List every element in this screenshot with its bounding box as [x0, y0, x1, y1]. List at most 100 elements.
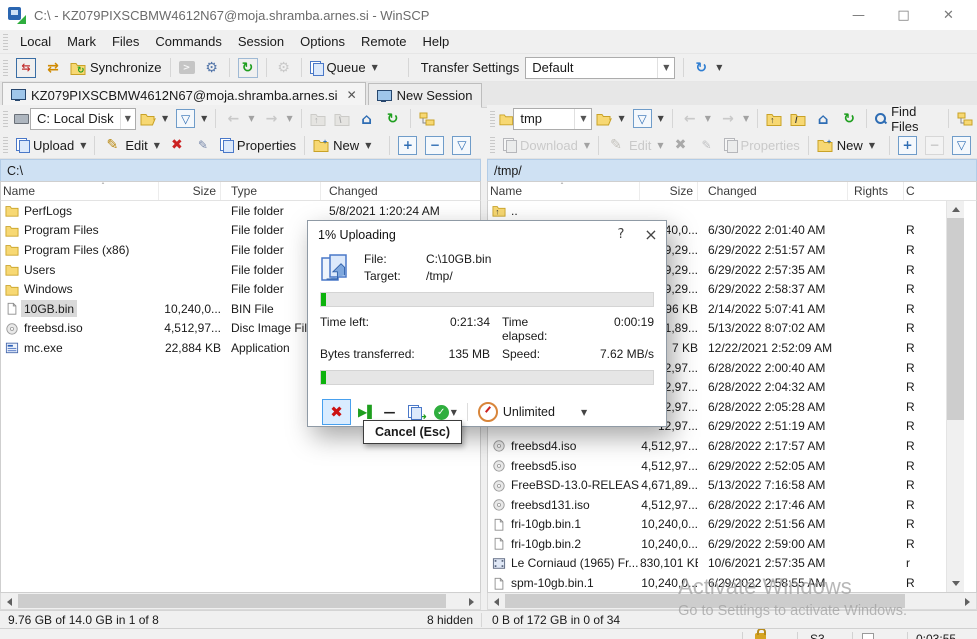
file-row[interactable]: ↑..: [488, 201, 976, 221]
right-unselect-button[interactable]: −: [921, 133, 948, 157]
transfer-settings-select[interactable]: Default ▼: [525, 57, 675, 79]
right-path-bar[interactable]: /tmp/: [487, 159, 977, 181]
left-properties-button[interactable]: Properties: [216, 133, 300, 157]
left-tree-button[interactable]: [415, 107, 439, 131]
menu-item-help[interactable]: Help: [414, 34, 457, 49]
right-home-button[interactable]: ⌂: [810, 107, 836, 131]
right-refresh-button[interactable]: ↻: [836, 107, 862, 131]
right-edit-button[interactable]: ✎ Edit ▼: [603, 133, 668, 157]
upload-button[interactable]: Upload ▼: [12, 133, 90, 157]
menu-item-options[interactable]: Options: [292, 34, 353, 49]
find-files-button[interactable]: Find Files: [871, 107, 944, 131]
left-filter-button[interactable]: ▽▼: [172, 107, 211, 131]
toolbar-grip[interactable]: [3, 34, 8, 50]
left-rename-button[interactable]: ✎: [190, 133, 216, 157]
toolbar-grip[interactable]: [3, 111, 8, 127]
file-row[interactable]: freebsd131.iso4,512,97...6/28/2022 2:17:…: [488, 495, 976, 515]
file-row[interactable]: PerfLogsFile folder5/8/2021 1:20:24 AM: [1, 201, 480, 221]
session-tab-active[interactable]: KZ079PIXSCBMW4612N67@moja.shramba.arnes.…: [2, 82, 366, 107]
close-button[interactable]: ✕: [926, 1, 971, 29]
toggle-panels-button[interactable]: ⇆: [12, 56, 40, 80]
console-button[interactable]: >: [175, 56, 199, 80]
tooltip-text: Cancel (Esc): [375, 425, 450, 439]
left-horizontal-scrollbar[interactable]: [0, 593, 481, 610]
right-select-button[interactable]: +: [894, 133, 921, 157]
column-header-changed[interactable]: Changed: [698, 182, 848, 200]
file-row[interactable]: spm-10gb.bin.110,240,0...6/29/2022 2:58:…: [488, 573, 976, 593]
left-home-button[interactable]: ⌂: [354, 107, 380, 131]
file-row[interactable]: freebsd5.iso4,512,97...6/29/2022 2:52:05…: [488, 456, 976, 476]
menu-item-files[interactable]: Files: [104, 34, 147, 49]
time-elapsed-label: Time elapsed:: [490, 315, 576, 343]
transfer-preset-button[interactable]: ↻▼: [688, 56, 726, 80]
column-header-size[interactable]: Size: [159, 182, 221, 200]
left-delete-button[interactable]: ✖: [164, 133, 190, 157]
left-open-directory-button[interactable]: ▼: [136, 107, 172, 131]
right-forward-button[interactable]: →▼: [715, 107, 753, 131]
minimize-button[interactable]: —: [836, 1, 881, 29]
new-session-tab[interactable]: New Session: [368, 83, 482, 107]
synchronize-button[interactable]: ↻ Synchronize: [66, 56, 166, 80]
refresh-panels-button[interactable]: ↻: [234, 56, 262, 80]
dialog-close-button[interactable]: ×: [636, 221, 666, 248]
right-invert-selection-button[interactable]: ▽: [948, 133, 975, 157]
file-row[interactable]: fri-10gb.bin.210,240,0...6/29/2022 2:59:…: [488, 534, 976, 554]
column-header-rights[interactable]: Rights: [848, 182, 904, 200]
settings-button[interactable]: ⚙: [271, 56, 297, 80]
queue-button[interactable]: Queue ▼: [306, 56, 382, 80]
right-directory-select[interactable]: tmp ▼: [513, 108, 592, 130]
file-row[interactable]: freebsd4.iso4,512,97...6/28/2022 2:17:57…: [488, 436, 976, 456]
left-edit-button[interactable]: ✎ Edit ▼: [99, 133, 164, 157]
toolbar-grip[interactable]: [3, 137, 8, 153]
disc-icon: [490, 459, 508, 472]
synchronize-browsing-button[interactable]: ⇄: [40, 56, 66, 80]
speed-limit-button[interactable]: Unlimited ▼: [478, 400, 587, 424]
right-horizontal-scrollbar[interactable]: [487, 593, 977, 610]
left-root-directory-button[interactable]: \: [330, 107, 354, 131]
cancel-transfer-button[interactable]: ✖: [322, 399, 351, 425]
right-new-button[interactable]: + New ▼: [813, 133, 879, 157]
menu-item-mark[interactable]: Mark: [59, 34, 104, 49]
close-tab-icon[interactable]: ✕: [347, 88, 357, 102]
left-unselect-button[interactable]: −: [421, 133, 448, 157]
menu-item-commands[interactable]: Commands: [147, 34, 229, 49]
left-invert-selection-button[interactable]: ▽: [448, 133, 475, 157]
right-open-directory-button[interactable]: ▼: [592, 107, 628, 131]
column-header-type[interactable]: Type: [221, 182, 321, 200]
file-row[interactable]: fri-10gb.bin.110,240,0...6/29/2022 2:51:…: [488, 515, 976, 535]
download-button[interactable]: Download ▼: [499, 133, 594, 157]
left-drive-select[interactable]: C: Local Disk ▼: [30, 108, 136, 130]
right-properties-button[interactable]: Properties: [720, 133, 804, 157]
right-root-directory-button[interactable]: /: [786, 107, 810, 131]
right-tree-button[interactable]: [953, 107, 977, 131]
file-row[interactable]: Le Corniaud (1965) Fr...830,101 KB10/6/2…: [488, 554, 976, 574]
toolbar-grip[interactable]: [490, 137, 495, 153]
menu-item-session[interactable]: Session: [230, 34, 292, 49]
left-refresh-button[interactable]: ↻: [380, 107, 406, 131]
menu-item-remote[interactable]: Remote: [353, 34, 415, 49]
column-header-size[interactable]: Size: [640, 182, 698, 200]
right-filter-button[interactable]: ▽▼: [629, 107, 668, 131]
right-back-button[interactable]: ←▼: [677, 107, 715, 131]
column-header-name[interactable]: Name: [488, 182, 640, 200]
right-vertical-scrollbar[interactable]: [946, 201, 964, 592]
toolbar-grip[interactable]: [3, 60, 8, 76]
column-header-changed[interactable]: Changed: [321, 182, 480, 200]
menu-item-local[interactable]: Local: [12, 34, 59, 49]
help-button[interactable]: ?: [606, 221, 636, 248]
maximize-button[interactable]: □: [881, 1, 926, 29]
left-new-button[interactable]: + New ▼: [309, 133, 375, 157]
file-row[interactable]: FreeBSD-13.0-RELEAS...4,671,89...5/13/20…: [488, 475, 976, 495]
preferences-button[interactable]: ⚙: [199, 56, 225, 80]
right-delete-button[interactable]: ✖: [668, 133, 694, 157]
left-path-bar[interactable]: C:\: [0, 159, 481, 181]
left-forward-button[interactable]: →▼: [258, 107, 296, 131]
column-header-name[interactable]: Name: [1, 182, 159, 200]
column-header-owner[interactable]: C: [904, 182, 976, 200]
left-back-button[interactable]: ←▼: [220, 107, 258, 131]
left-parent-directory-button[interactable]: ↑: [306, 107, 330, 131]
right-rename-button[interactable]: ✎: [694, 133, 720, 157]
right-parent-directory-button[interactable]: ↑: [762, 107, 786, 131]
toolbar-grip[interactable]: [490, 111, 495, 127]
left-select-button[interactable]: +: [394, 133, 421, 157]
